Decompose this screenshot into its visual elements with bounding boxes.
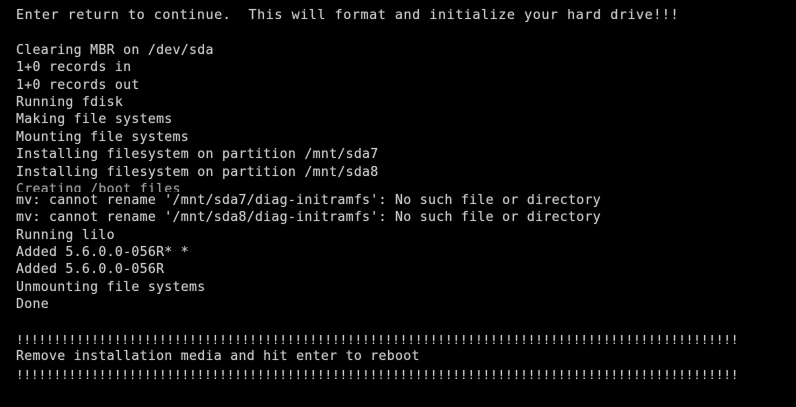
log-line-records-out: 1+0 records out [16,77,140,93]
terminal-screen[interactable]: Enter return to continue. This will form… [0,0,796,407]
log-line-running-fdisk: Running fdisk [16,94,124,110]
format-warning-line: Enter return to continue. This will form… [16,8,680,23]
log-line-install-sda8: Installing filesystem on partition /mnt/… [16,164,379,180]
log-line-running-lilo: Running lilo [16,227,115,243]
log-line-unmounting: Unmounting file systems [16,279,206,295]
log-line-mv-error-sda7: mv: cannot rename '/mnt/sda7/diag-initra… [16,192,602,208]
log-line-added-kernel-default: Added 5.6.0.0-056R* * [16,245,190,261]
log-line-creating-boot-files: Creating /boot files [16,181,181,192]
log-line-added-kernel: Added 5.6.0.0-056R [16,262,165,278]
log-line-done: Done [16,297,49,313]
separator-top: !!!!!!!!!!!!!!!!!!!!!!!!!!!!!!!!!!!!!!!!… [16,332,739,348]
log-line-records-in: 1+0 records in [16,60,132,76]
log-line-making-file-systems: Making file systems [16,112,173,128]
log-line-mv-error-sda8: mv: cannot rename '/mnt/sda8/diag-initra… [16,210,602,226]
log-line-clearing-mbr: Clearing MBR on /dev/sda [16,42,214,58]
log-line-mounting-file-systems: Mounting file systems [16,129,190,145]
log-line-install-sda7: Installing filesystem on partition /mnt/… [16,147,379,163]
separator-bottom: !!!!!!!!!!!!!!!!!!!!!!!!!!!!!!!!!!!!!!!!… [16,366,739,382]
reboot-prompt: Remove installation media and hit enter … [16,349,420,365]
